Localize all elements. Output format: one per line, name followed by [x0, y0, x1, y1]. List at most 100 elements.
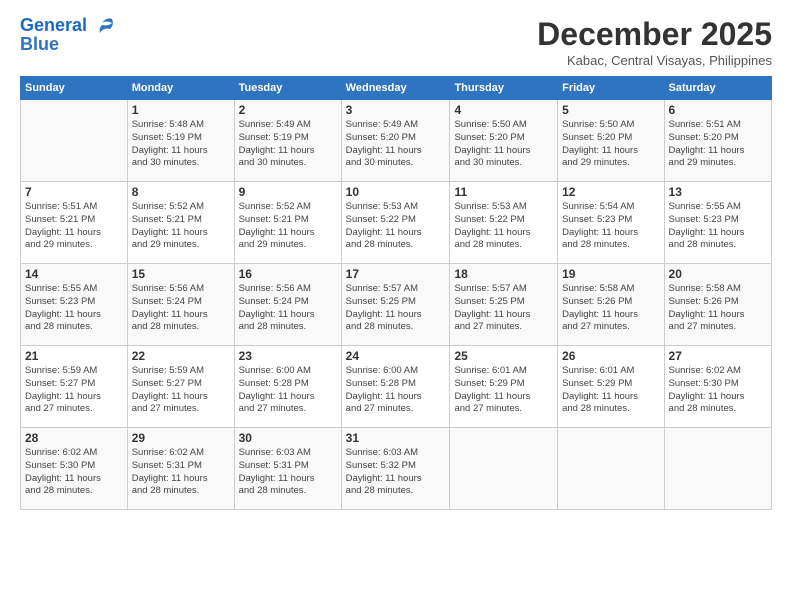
- calendar-cell: 26Sunrise: 6:01 AMSunset: 5:29 PMDayligh…: [558, 346, 664, 428]
- day-number: 21: [25, 349, 123, 363]
- day-info: Sunrise: 5:51 AMSunset: 5:21 PMDaylight:…: [25, 201, 123, 252]
- day-info: Sunrise: 5:59 AMSunset: 5:27 PMDaylight:…: [25, 365, 123, 416]
- col-header-tuesday: Tuesday: [234, 77, 341, 100]
- day-info: Sunrise: 5:57 AMSunset: 5:25 PMDaylight:…: [346, 283, 446, 334]
- day-info: Sunrise: 5:56 AMSunset: 5:24 PMDaylight:…: [132, 283, 230, 334]
- day-number: 15: [132, 267, 230, 281]
- day-number: 24: [346, 349, 446, 363]
- calendar-cell: 30 Sunrise: 6:03 AMSunset: 5:31 PMDayligh…: [234, 428, 341, 510]
- calendar-cell: 23 Sunrise: 6:00 AMSunset: 5:28 PMDayligh…: [234, 346, 341, 428]
- day-number: 31: [346, 431, 446, 445]
- day-info: Sunrise: 5:48 AMSunset: 5:19 PMDaylight:…: [132, 119, 230, 170]
- calendar-cell: 2 Sunrise: 5:49 AMSunset: 5:19 PMDaylight…: [234, 100, 341, 182]
- page-header: General Blue December 2025 Kabac, Centra…: [20, 16, 772, 68]
- day-info: Sunrise: 6:00 AMSunset: 5:28 PMDaylight:…: [346, 365, 446, 416]
- calendar-cell: 28 Sunrise: 6:02 AMSunset: 5:30 PMDayligh…: [21, 428, 128, 510]
- day-info: Sunrise: 5:55 AMSunset: 5:23 PMDaylight:…: [25, 283, 123, 334]
- calendar-table: SundayMondayTuesdayWednesdayThursdayFrid…: [20, 76, 772, 510]
- calendar-cell: 16Sunrise: 5:56 AMSunset: 5:24 PMDayligh…: [234, 264, 341, 346]
- week-row-3: 14 Sunrise: 5:55 AMSunset: 5:23 PMDayligh…: [21, 264, 772, 346]
- logo-general: General: [20, 15, 87, 35]
- calendar-cell: 3 Sunrise: 5:49 AMSunset: 5:20 PMDaylight…: [341, 100, 450, 182]
- calendar-cell: 1 Sunrise: 5:48 AMSunset: 5:19 PMDaylight…: [127, 100, 234, 182]
- logo: General Blue: [20, 16, 116, 55]
- day-number: 7: [25, 185, 123, 199]
- week-row-5: 28 Sunrise: 6:02 AMSunset: 5:30 PMDayligh…: [21, 428, 772, 510]
- calendar-cell: 15 Sunrise: 5:56 AMSunset: 5:24 PMDayligh…: [127, 264, 234, 346]
- day-number: 6: [669, 103, 767, 117]
- day-info: Sunrise: 5:58 AMSunset: 5:26 PMDaylight:…: [669, 283, 767, 334]
- day-number: 4: [454, 103, 553, 117]
- col-header-friday: Friday: [558, 77, 664, 100]
- day-number: 1: [132, 103, 230, 117]
- day-number: 20: [669, 267, 767, 281]
- calendar-cell: 12Sunrise: 5:54 AMSunset: 5:23 PMDayligh…: [558, 182, 664, 264]
- day-number: 28: [25, 431, 123, 445]
- calendar-cell: 6Sunrise: 5:51 AMSunset: 5:20 PMDaylight…: [664, 100, 771, 182]
- day-number: 9: [239, 185, 337, 199]
- day-info: Sunrise: 5:50 AMSunset: 5:20 PMDaylight:…: [562, 119, 659, 170]
- day-number: 18: [454, 267, 553, 281]
- day-info: Sunrise: 6:02 AMSunset: 5:30 PMDaylight:…: [25, 447, 123, 498]
- title-block: December 2025 Kabac, Central Visayas, Ph…: [537, 16, 772, 68]
- day-number: 3: [346, 103, 446, 117]
- calendar-cell: [664, 428, 771, 510]
- calendar-cell: [21, 100, 128, 182]
- month-year-title: December 2025: [537, 16, 772, 53]
- col-header-thursday: Thursday: [450, 77, 558, 100]
- day-info: Sunrise: 6:00 AMSunset: 5:28 PMDaylight:…: [239, 365, 337, 416]
- calendar-cell: 5 Sunrise: 5:50 AMSunset: 5:20 PMDaylight…: [558, 100, 664, 182]
- week-row-4: 21 Sunrise: 5:59 AMSunset: 5:27 PMDayligh…: [21, 346, 772, 428]
- calendar-cell: 18Sunrise: 5:57 AMSunset: 5:25 PMDayligh…: [450, 264, 558, 346]
- day-info: Sunrise: 5:49 AMSunset: 5:19 PMDaylight:…: [239, 119, 337, 170]
- week-row-1: 1 Sunrise: 5:48 AMSunset: 5:19 PMDaylight…: [21, 100, 772, 182]
- day-info: Sunrise: 6:01 AMSunset: 5:29 PMDaylight:…: [562, 365, 659, 416]
- day-info: Sunrise: 5:53 AMSunset: 5:22 PMDaylight:…: [346, 201, 446, 252]
- day-number: 22: [132, 349, 230, 363]
- calendar-cell: 20 Sunrise: 5:58 AMSunset: 5:26 PMDayligh…: [664, 264, 771, 346]
- day-number: 16: [239, 267, 337, 281]
- day-number: 14: [25, 267, 123, 281]
- calendar-cell: 13 Sunrise: 5:55 AMSunset: 5:23 PMDayligh…: [664, 182, 771, 264]
- calendar-cell: 7 Sunrise: 5:51 AMSunset: 5:21 PMDaylight…: [21, 182, 128, 264]
- day-number: 11: [454, 185, 553, 199]
- day-number: 19: [562, 267, 659, 281]
- col-header-sunday: Sunday: [21, 77, 128, 100]
- calendar-cell: 29Sunrise: 6:02 AMSunset: 5:31 PMDayligh…: [127, 428, 234, 510]
- logo-blue: Blue: [20, 34, 116, 55]
- calendar-cell: 8 Sunrise: 5:52 AMSunset: 5:21 PMDaylight…: [127, 182, 234, 264]
- calendar-cell: 22Sunrise: 5:59 AMSunset: 5:27 PMDayligh…: [127, 346, 234, 428]
- day-info: Sunrise: 6:03 AMSunset: 5:32 PMDaylight:…: [346, 447, 446, 498]
- calendar-cell: 19 Sunrise: 5:58 AMSunset: 5:26 PMDayligh…: [558, 264, 664, 346]
- calendar-cell: 14 Sunrise: 5:55 AMSunset: 5:23 PMDayligh…: [21, 264, 128, 346]
- day-number: 27: [669, 349, 767, 363]
- day-info: Sunrise: 5:55 AMSunset: 5:23 PMDaylight:…: [669, 201, 767, 252]
- day-info: Sunrise: 5:52 AMSunset: 5:21 PMDaylight:…: [132, 201, 230, 252]
- day-number: 5: [562, 103, 659, 117]
- calendar-cell: 4Sunrise: 5:50 AMSunset: 5:20 PMDaylight…: [450, 100, 558, 182]
- day-info: Sunrise: 6:02 AMSunset: 5:31 PMDaylight:…: [132, 447, 230, 498]
- day-info: Sunrise: 5:58 AMSunset: 5:26 PMDaylight:…: [562, 283, 659, 334]
- day-info: Sunrise: 6:01 AMSunset: 5:29 PMDaylight:…: [454, 365, 553, 416]
- logo-bird-icon: [94, 17, 116, 35]
- day-number: 2: [239, 103, 337, 117]
- calendar-cell: [450, 428, 558, 510]
- calendar-cell: 10 Sunrise: 5:53 AMSunset: 5:22 PMDayligh…: [341, 182, 450, 264]
- calendar-cell: 21 Sunrise: 5:59 AMSunset: 5:27 PMDayligh…: [21, 346, 128, 428]
- col-header-wednesday: Wednesday: [341, 77, 450, 100]
- calendar-cell: 9 Sunrise: 5:52 AMSunset: 5:21 PMDaylight…: [234, 182, 341, 264]
- calendar-cell: 24 Sunrise: 6:00 AMSunset: 5:28 PMDayligh…: [341, 346, 450, 428]
- day-info: Sunrise: 5:52 AMSunset: 5:21 PMDaylight:…: [239, 201, 337, 252]
- day-number: 10: [346, 185, 446, 199]
- day-number: 13: [669, 185, 767, 199]
- col-header-saturday: Saturday: [664, 77, 771, 100]
- calendar-cell: 31 Sunrise: 6:03 AMSunset: 5:32 PMDayligh…: [341, 428, 450, 510]
- day-info: Sunrise: 6:03 AMSunset: 5:31 PMDaylight:…: [239, 447, 337, 498]
- day-number: 12: [562, 185, 659, 199]
- day-number: 8: [132, 185, 230, 199]
- day-number: 30: [239, 431, 337, 445]
- day-info: Sunrise: 6:02 AMSunset: 5:30 PMDaylight:…: [669, 365, 767, 416]
- day-number: 23: [239, 349, 337, 363]
- location-subtitle: Kabac, Central Visayas, Philippines: [537, 53, 772, 68]
- day-info: Sunrise: 5:49 AMSunset: 5:20 PMDaylight:…: [346, 119, 446, 170]
